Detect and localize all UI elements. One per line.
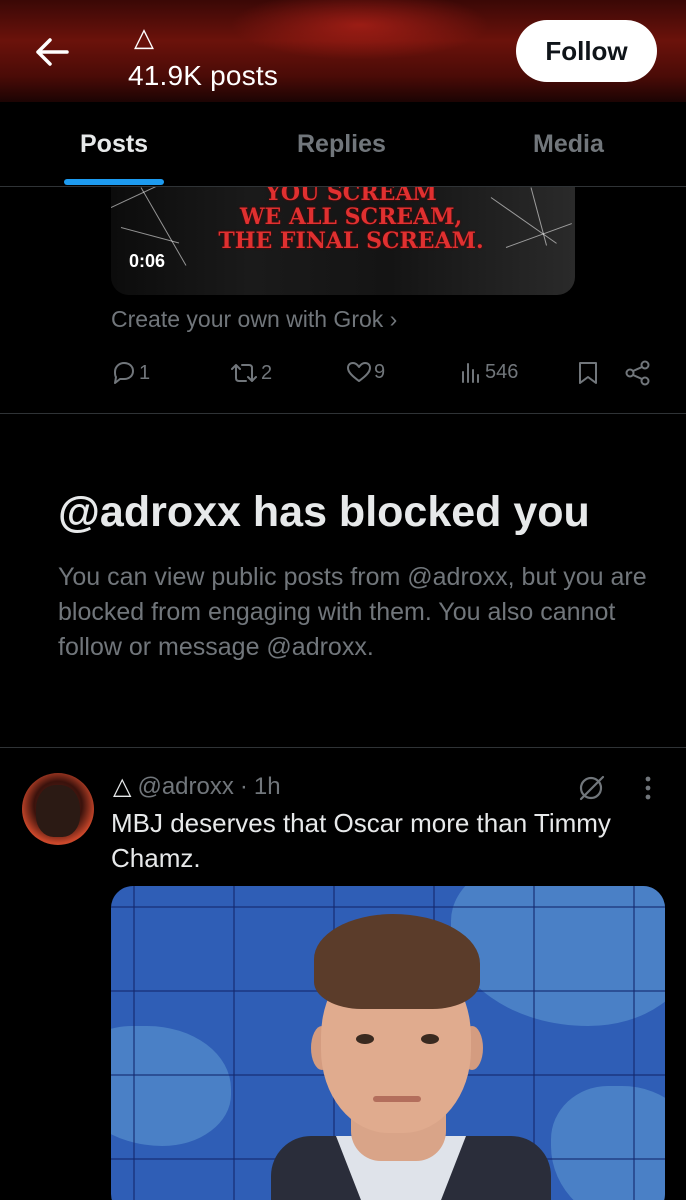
post-video[interactable]: YOU SCREAM WE ALL SCREAM, THE FINAL SCRE… bbox=[111, 187, 575, 295]
like-icon bbox=[347, 362, 371, 382]
reply-button[interactable]: 1 bbox=[111, 360, 150, 386]
person-eye bbox=[356, 1034, 374, 1044]
tab-media[interactable]: Media bbox=[533, 130, 604, 159]
tweet-meta: △ @adroxx · 1h bbox=[113, 772, 281, 801]
repost-count: 2 bbox=[261, 361, 273, 384]
tweet-author-name[interactable]: △ bbox=[113, 772, 131, 801]
follow-button[interactable]: Follow bbox=[516, 20, 657, 82]
share-icon bbox=[625, 360, 650, 386]
back-arrow-icon bbox=[36, 38, 69, 66]
more-options-icon[interactable] bbox=[642, 774, 654, 802]
views-icon bbox=[462, 363, 479, 383]
tweet-handle[interactable]: @adroxx bbox=[137, 773, 233, 801]
grok-icon[interactable] bbox=[576, 772, 608, 804]
views-button[interactable]: 546 bbox=[459, 360, 518, 384]
tweet-media[interactable] bbox=[111, 886, 665, 1200]
blocked-message: You can view public posts from @adroxx, … bbox=[58, 563, 647, 661]
tab-replies[interactable]: Replies bbox=[297, 130, 386, 159]
reply-count: 1 bbox=[139, 361, 151, 384]
active-tab-indicator bbox=[64, 179, 164, 185]
reply-icon bbox=[114, 362, 134, 384]
tab-posts[interactable]: Posts bbox=[80, 130, 148, 159]
header-banner bbox=[230, 0, 490, 60]
video-duration: 0:06 bbox=[129, 251, 166, 271]
video-caption: YOU SCREAM WE ALL SCREAM, THE FINAL SCRE… bbox=[206, 187, 496, 253]
tweet-text: MBJ deserves that Oscar more than Timmy … bbox=[111, 808, 611, 873]
bookmark-button[interactable] bbox=[577, 360, 599, 386]
avatar[interactable] bbox=[22, 773, 94, 845]
chevron-right-icon: › bbox=[389, 306, 398, 332]
view-count: 546 bbox=[485, 360, 519, 383]
like-button[interactable]: 9 bbox=[346, 360, 385, 384]
person-eye bbox=[421, 1034, 439, 1044]
avatar-face bbox=[36, 785, 80, 837]
video-caption-line: THE FINAL SCREAM. bbox=[218, 228, 484, 254]
video-caption-line: WE ALL SCREAM, bbox=[239, 204, 463, 230]
like-count: 9 bbox=[374, 360, 386, 383]
grok-link[interactable]: Create your own with Grok › bbox=[111, 306, 397, 333]
profile-tabs: Posts Replies Media bbox=[0, 102, 686, 187]
share-button[interactable] bbox=[624, 360, 652, 386]
posts-count: 41.9K posts bbox=[128, 60, 279, 91]
divider bbox=[0, 413, 686, 414]
blocked-title: @adroxx has blocked you bbox=[58, 488, 590, 536]
back-button[interactable] bbox=[30, 30, 74, 74]
profile-name: △ bbox=[134, 22, 154, 52]
tweet-time[interactable]: 1h bbox=[254, 773, 281, 801]
video-caption-line: YOU SCREAM bbox=[265, 187, 437, 206]
repost-icon bbox=[231, 364, 257, 382]
tweet-separator: · bbox=[239, 772, 248, 800]
tweet-top-actions bbox=[576, 770, 666, 806]
divider bbox=[0, 747, 686, 748]
repost-button[interactable]: 2 bbox=[229, 360, 272, 386]
grok-link-label: Create your own with Grok bbox=[111, 306, 384, 332]
person-hair bbox=[314, 914, 480, 1009]
person-mouth bbox=[373, 1096, 421, 1102]
post-actions: 1 2 9 546 bbox=[111, 360, 656, 390]
profile-header: △ 41.9K posts Follow bbox=[0, 0, 686, 102]
bookmark-icon bbox=[579, 362, 597, 384]
